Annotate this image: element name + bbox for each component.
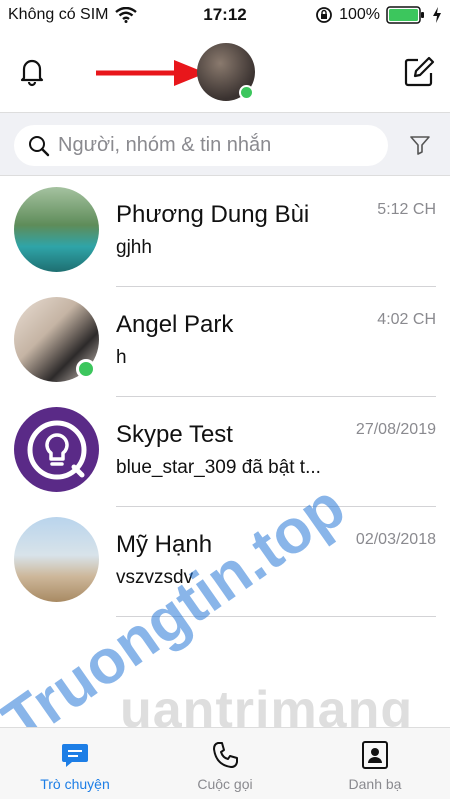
- profile-online-indicator: [239, 85, 254, 100]
- tab-contacts[interactable]: Danh bạ: [300, 728, 450, 799]
- search-input[interactable]: Người, nhóm & tin nhắn: [14, 125, 388, 166]
- contact-avatar: [14, 407, 99, 492]
- tab-chats[interactable]: Trò chuyện: [0, 728, 150, 799]
- red-arrow-annotation: [96, 60, 206, 86]
- phone-icon: [213, 742, 238, 768]
- conversation-row[interactable]: Angel Park h 4:02 CH: [0, 287, 450, 397]
- conversation-list: Phương Dung Bùi gjhh 5:12 CH Angel Park …: [0, 177, 450, 617]
- search-band: Người, nhóm & tin nhắn: [0, 112, 450, 176]
- tab-bar: Trò chuyện Cuộc gọi Danh bạ: [0, 727, 450, 799]
- conversation-row[interactable]: Skype Test blue_star_309 đã bật t... 27/…: [0, 397, 450, 507]
- search-icon: [29, 135, 50, 156]
- message-time: 02/03/2018: [355, 531, 436, 548]
- contact-name: Skype Test: [116, 421, 233, 448]
- message-time: 5:12 CH: [377, 201, 436, 218]
- tab-label: Trò chuyện: [40, 776, 110, 792]
- row-divider: [116, 616, 436, 617]
- status-bar: Không có SIM 17:12 100%: [0, 0, 450, 30]
- search-placeholder: Người, nhóm & tin nhắn: [58, 134, 272, 156]
- battery-percent: 100%: [339, 6, 380, 23]
- contact-name: Angel Park: [116, 311, 234, 338]
- message-time: 27/08/2019: [355, 421, 436, 438]
- message-time: 4:02 CH: [377, 311, 436, 328]
- conversation-row[interactable]: Mỹ Hạnh vszvzsdv 02/03/2018: [0, 507, 450, 617]
- online-indicator: [76, 359, 96, 379]
- tab-calls[interactable]: Cuộc gọi: [150, 728, 300, 799]
- contacts-book-icon: [362, 741, 388, 769]
- profile-avatar[interactable]: [197, 43, 255, 101]
- status-right: 100%: [315, 6, 442, 24]
- last-message: blue_star_309 đã bật t...: [116, 457, 321, 478]
- contact-name: Mỹ Hạnh: [116, 531, 213, 558]
- contact-avatar: [14, 187, 99, 272]
- contact-avatar: [14, 517, 99, 602]
- contact-name: Phương Dung Bùi: [116, 201, 310, 228]
- last-message: gjhh: [116, 237, 152, 258]
- chat-bubble-icon: [62, 744, 88, 767]
- last-message: h: [116, 347, 127, 368]
- battery-icon: [386, 6, 424, 24]
- last-message: vszvzsdv: [116, 567, 194, 588]
- bell-icon[interactable]: [16, 55, 48, 87]
- orientation-lock-icon: [316, 7, 332, 23]
- tab-label: Danh bạ: [348, 776, 402, 792]
- lightbulb-icon: [27, 420, 86, 479]
- filter-icon[interactable]: [410, 135, 430, 155]
- charging-icon: [433, 7, 441, 23]
- tab-label: Cuộc gọi: [197, 776, 253, 792]
- conversation-row[interactable]: Phương Dung Bùi gjhh 5:12 CH: [0, 177, 450, 287]
- compose-icon[interactable]: [402, 55, 436, 89]
- app-header: [0, 30, 450, 110]
